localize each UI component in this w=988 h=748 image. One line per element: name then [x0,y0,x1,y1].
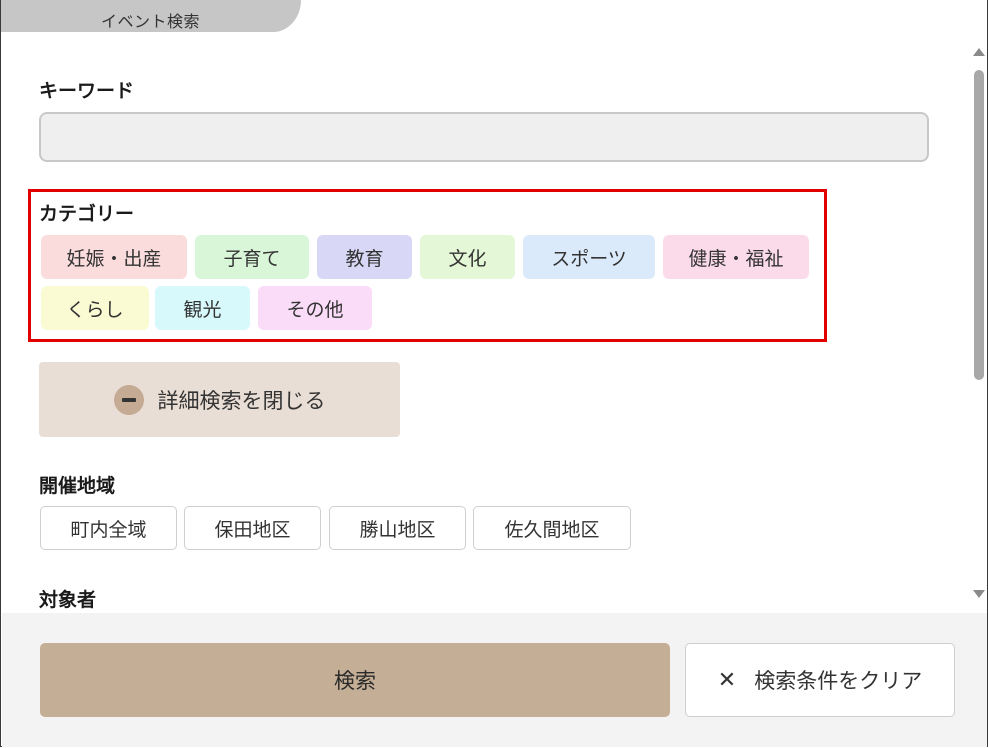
category-chip-tourism[interactable]: 観光 [155,286,250,330]
minus-circle-icon [113,384,144,415]
title-tab: イベント検索 [1,0,301,32]
region-chip-sakuma[interactable]: 佐久間地区 [473,506,631,550]
scroll-thumb[interactable] [974,70,984,380]
region-chip-katsuyama[interactable]: 勝山地区 [329,506,466,550]
category-label: カテゴリー [39,203,135,225]
category-chip-childcare[interactable]: 子育て [195,235,309,279]
category-chip-health-welfare[interactable]: 健康・福祉 [663,235,809,279]
category-chip-other[interactable]: その他 [258,286,372,330]
category-chip-education[interactable]: 教育 [317,235,412,279]
close-detail-search-label: 詳細検索を閉じる [157,388,326,413]
category-chip-pregnancy[interactable]: 妊娠・出産 [41,235,187,279]
category-chip-sports[interactable]: スポーツ [523,235,655,279]
title-tab-label: イベント検索 [101,12,201,31]
keyword-label: キーワード [39,80,135,102]
scroll-down-arrow-icon[interactable] [973,590,985,598]
category-chip-living[interactable]: くらし [41,286,149,330]
clear-conditions-label: 検索条件をクリア [754,669,923,693]
footer-bar: 検索 ✕ 検索条件をクリア [2,613,987,747]
category-chip-culture[interactable]: 文化 [420,235,515,279]
scrollbar[interactable] [968,40,988,608]
close-icon: ✕ [717,667,737,693]
target-label: 対象者 [39,589,97,611]
region-chip-all[interactable]: 町内全域 [40,506,177,550]
close-detail-search-button[interactable]: 詳細検索を閉じる [39,362,400,437]
search-button[interactable]: 検索 [40,643,670,717]
region-chip-hota[interactable]: 保田地区 [184,506,321,550]
event-search-panel: イベント検索 キーワード カテゴリー 妊娠・出産 子育て 教育 文化 スポーツ … [0,0,988,747]
scroll-up-arrow-icon[interactable] [973,48,985,56]
clear-conditions-button[interactable]: ✕ 検索条件をクリア [685,643,955,717]
keyword-input[interactable] [39,112,929,162]
region-label: 開催地域 [39,475,116,497]
